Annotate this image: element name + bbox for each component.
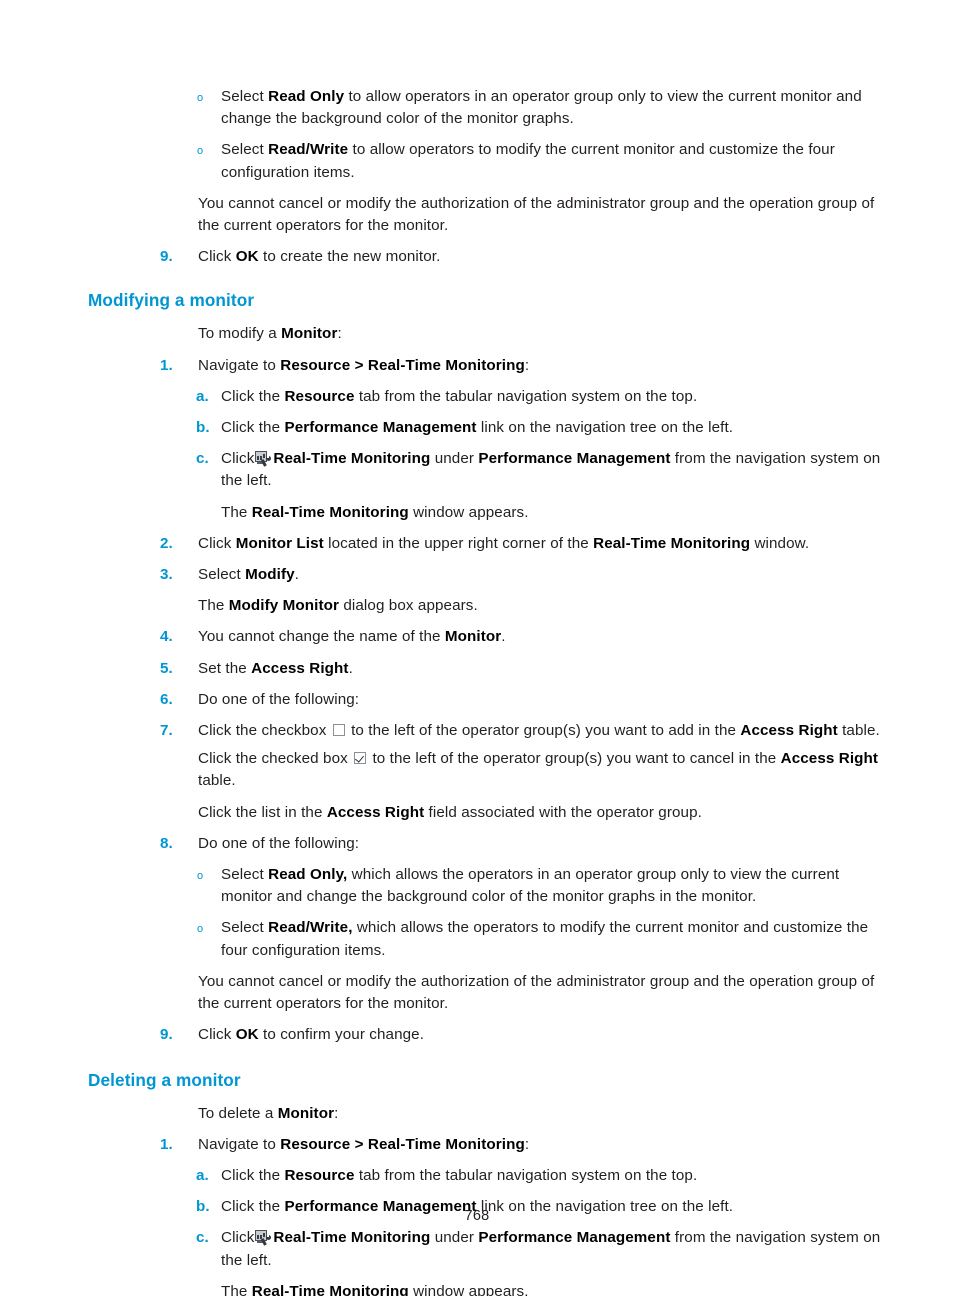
- lettered-substep: b. Click the Performance Management link…: [196, 417, 888, 439]
- substep-text-pre: Click: [221, 450, 255, 468]
- step-text: Navigate to Resource > Real-Time Monitor…: [198, 1135, 530, 1153]
- bullet-marker: o: [197, 923, 204, 936]
- substep-marker: b.: [196, 419, 210, 437]
- substep-marker: a.: [196, 387, 209, 405]
- checked-checkbox-icon: [354, 752, 367, 765]
- step-text: Click OK to create the new monitor.: [198, 248, 441, 266]
- step-marker: 1.: [160, 356, 173, 374]
- numbered-step: 5. Set the Access Right.: [160, 658, 888, 680]
- numbered-step: 4. You cannot change the name of the Mon…: [160, 626, 888, 648]
- substep-marker: c.: [196, 1229, 209, 1247]
- document-page: o Select Read Only to allow operators in…: [0, 0, 954, 1296]
- step-marker: 9.: [160, 248, 173, 266]
- step-text: Select Modify.: [198, 566, 299, 584]
- numbered-step: 3. Select Modify.: [160, 564, 888, 586]
- step-text-pre: Click the checked box: [198, 750, 353, 768]
- step-marker: 3.: [160, 566, 173, 584]
- step-marker: 7.: [160, 722, 173, 740]
- lettered-substep: a. Click the Resource tab from the tabul…: [196, 1165, 888, 1187]
- step-marker: 6.: [160, 690, 173, 708]
- step-text-pre: Click the checkbox: [198, 722, 331, 740]
- section-heading-modifying: Modifying a monitor: [88, 290, 255, 311]
- section-heading-deleting: Deleting a monitor: [88, 1069, 241, 1090]
- note-paragraph: You cannot cancel or modify the authoriz…: [198, 194, 875, 235]
- step-marker: 8.: [160, 834, 173, 852]
- lettered-substep: c. Click Real-Time Monitoring under Perfo…: [196, 448, 888, 492]
- step-text: Click the checkbox to the left of the op…: [198, 722, 880, 739]
- numbered-step: 8. Do one of the following:: [160, 833, 888, 855]
- numbered-step: 1. Navigate to Resource > Real-Time Moni…: [160, 355, 888, 377]
- step-text: You cannot change the name of the Monito…: [198, 628, 506, 646]
- step-text: Set the Access Right.: [198, 659, 353, 677]
- list-item: o Select Read/Write to allow operators t…: [197, 139, 888, 183]
- step-text-post: to the left of the operator group(s) you…: [346, 722, 880, 740]
- list-item: o Select Read Only to allow operators in…: [197, 86, 888, 130]
- real-time-monitoring-icon: [255, 1230, 272, 1247]
- page-number: 768: [464, 1208, 490, 1224]
- substep-marker: a.: [196, 1166, 209, 1184]
- step-marker: 1.: [160, 1135, 173, 1153]
- substep-text: Click the Resource tab from the tabular …: [221, 1166, 698, 1184]
- step-text: Do one of the following:: [198, 834, 360, 852]
- numbered-step: 7. Click the checkbox to the left of the…: [160, 720, 888, 742]
- real-time-monitoring-icon: [255, 451, 272, 467]
- list-item-text: Select Read/Write to allow operators to …: [221, 141, 835, 181]
- page-content: o Select Read Only to allow operators in…: [0, 86, 954, 1296]
- bullet-marker: o: [197, 870, 204, 883]
- unchecked-checkbox-icon: [332, 724, 345, 737]
- lettered-substep: c. Click Real-Time Monitoring under Perfo…: [196, 1227, 888, 1271]
- result-paragraph: The Real-Time Monitoring window appears.: [221, 503, 529, 521]
- substep-text-post: Real-Time Monitoring under Performance M…: [221, 1229, 881, 1269]
- note-paragraph: You cannot cancel or modify the authoriz…: [198, 972, 875, 1013]
- step-marker: 2.: [160, 534, 173, 552]
- step-text: Click OK to confirm your change.: [198, 1026, 425, 1044]
- substep-text: Click Real-Time Monitoring under Performa…: [221, 1229, 880, 1268]
- step-marker: 4.: [160, 628, 173, 646]
- substep-text-pre: Click: [221, 1229, 255, 1247]
- bullet-marker: o: [197, 92, 204, 104]
- bullet-marker: o: [197, 145, 204, 158]
- list-item-text: Select Read/Write, which allows the oper…: [221, 919, 869, 959]
- substep-marker: c.: [196, 450, 209, 468]
- step-continuation: Click the list in the Access Right field…: [198, 803, 702, 821]
- intro-paragraph: To delete a Monitor:: [198, 1104, 339, 1122]
- numbered-step: 6. Do one of the following:: [160, 689, 888, 711]
- list-item-text: Select Read Only to allow operators in a…: [221, 88, 862, 128]
- numbered-step: 9. Click OK to create the new monitor.: [160, 246, 888, 268]
- step-text: Navigate to Resource > Real-Time Monitor…: [198, 356, 530, 374]
- list-item-text: Select Read Only, which allows the opera…: [221, 866, 840, 906]
- step-text: Do one of the following:: [198, 690, 360, 708]
- result-paragraph: The Real-Time Monitoring window appears.: [221, 1282, 529, 1296]
- substep-text-post: Real-Time Monitoring under Performance M…: [221, 450, 881, 490]
- list-item: o Select Read Only, which allows the ope…: [197, 864, 888, 908]
- intro-paragraph: To modify a Monitor:: [198, 325, 342, 343]
- step-marker: 5.: [160, 659, 173, 677]
- substep-text: Click Real-Time Monitoring under Performa…: [221, 450, 880, 489]
- substep-text: Click the Resource tab from the tabular …: [221, 387, 698, 405]
- step-text: Click Monitor List located in the upper …: [198, 534, 810, 552]
- list-item: o Select Read/Write, which allows the op…: [197, 917, 888, 961]
- result-paragraph: The Modify Monitor dialog box appears.: [198, 597, 478, 615]
- step-continuation: Click the checked box to the left of the…: [198, 748, 888, 792]
- numbered-step: 1. Navigate to Resource > Real-Time Moni…: [160, 1134, 888, 1156]
- step-marker: 9.: [160, 1026, 173, 1044]
- lettered-substep: a. Click the Resource tab from the tabul…: [196, 386, 888, 408]
- substep-text: Click the Performance Management link on…: [221, 419, 734, 437]
- numbered-step: 9. Click OK to confirm your change.: [160, 1024, 888, 1046]
- numbered-step: 2. Click Monitor List located in the upp…: [160, 533, 888, 555]
